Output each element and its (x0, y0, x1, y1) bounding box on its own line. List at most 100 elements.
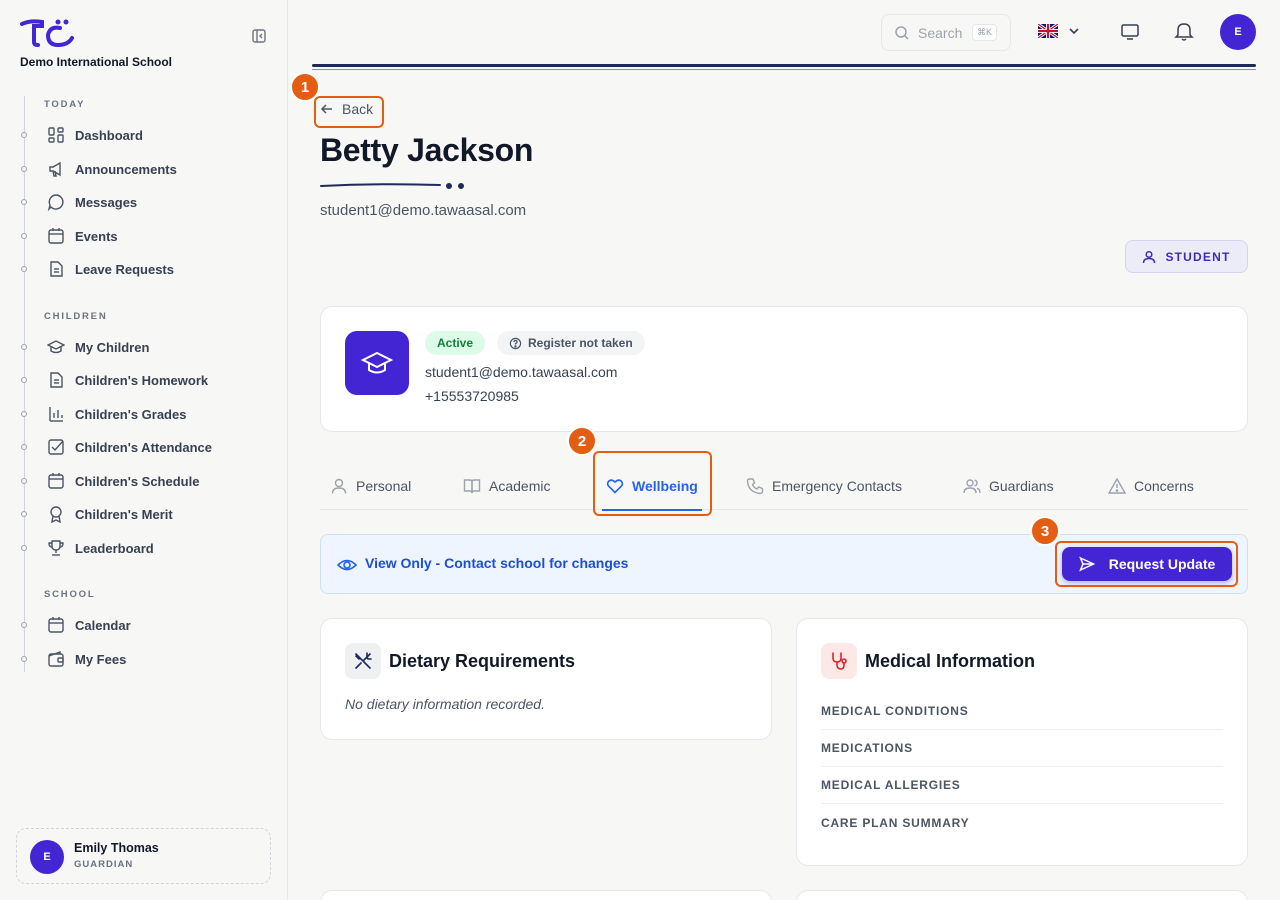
search-icon (895, 25, 909, 40)
graduation-cap-icon (361, 351, 393, 374)
register-status-label: Register not taken (528, 336, 633, 350)
search-input[interactable]: Search ⌘K (881, 14, 1011, 51)
annotation-highlight-back (314, 96, 384, 128)
search-placeholder: Search (918, 24, 963, 41)
dietary-title: Dietary Requirements (389, 651, 576, 671)
section-label-children: CHILDREN (44, 311, 108, 322)
user-role: GUARDIAN (74, 859, 134, 870)
nav-item-label: My Children (75, 339, 150, 355)
profile-avatar[interactable]: E (1220, 14, 1256, 50)
nav-item-label: Calendar (75, 617, 131, 633)
language-selector[interactable] (1038, 24, 1080, 38)
nav-item-label: Children's Homework (75, 372, 209, 388)
nav-item-messages[interactable]: Messages (21, 188, 274, 216)
annotation-highlight-wellbeing (593, 451, 712, 516)
nav-item-announcements[interactable]: Announcements (21, 155, 274, 183)
tab-label: Personal (356, 478, 412, 494)
stethoscope-icon (832, 652, 847, 670)
collapse-sidebar-icon[interactable] (251, 28, 267, 44)
nav-item-calendar[interactable]: Calendar (21, 611, 274, 639)
nav-item-childrens-merit[interactable]: Children's Merit (21, 500, 274, 528)
medical-title: Medical Information (865, 651, 1036, 671)
nav-item-my-children[interactable]: My Children (21, 333, 274, 361)
document-icon (50, 261, 63, 277)
bar-chart-icon (49, 407, 63, 422)
phone-icon (746, 478, 764, 495)
current-user-card[interactable]: E Emily Thomas GUARDIAN (16, 828, 271, 884)
section-label-today: TODAY (44, 99, 86, 110)
utensils-crossed-icon (355, 652, 372, 669)
nav-item-dashboard[interactable]: Dashboard (21, 121, 274, 149)
tab-label: Guardians (989, 478, 1054, 494)
user-icon (331, 478, 347, 494)
nav-item-childrens-homework[interactable]: Children's Homework (21, 366, 274, 394)
student-avatar-box (345, 331, 409, 395)
dashboard-icon (48, 127, 64, 143)
nav-item-label: Dashboard (75, 127, 143, 143)
monitor-icon[interactable] (1119, 21, 1141, 43)
eye-icon (337, 559, 357, 571)
student-profile-card: Active Register not taken student1@demo.… (320, 306, 1248, 432)
nav-item-label: Messages (75, 194, 138, 210)
users-icon (963, 479, 981, 494)
calendar-icon (48, 617, 64, 633)
megaphone-icon (49, 161, 61, 177)
section-label-school: SCHOOL (44, 589, 96, 600)
tab-label: Concerns (1134, 478, 1194, 494)
status-badge: Active (425, 331, 486, 355)
school-name: Demo International School (20, 55, 173, 69)
calendar-icon (48, 228, 64, 244)
tab-emergency-contacts[interactable]: Emergency Contacts (746, 462, 902, 510)
tab-concerns[interactable]: Concerns (1108, 462, 1194, 510)
app-logo[interactable] (20, 18, 76, 48)
nav-item-childrens-attendance[interactable]: Children's Attendance (21, 433, 274, 461)
tab-guardians[interactable]: Guardians (963, 462, 1054, 510)
nav-item-leave-requests[interactable]: Leave Requests (21, 255, 274, 283)
document-icon (50, 372, 63, 388)
nav-item-leaderboard[interactable]: Leaderboard (21, 534, 274, 562)
trophy-icon (48, 540, 64, 556)
profile-email: student1@demo.tawaasal.com (425, 364, 618, 380)
uk-flag-icon (1038, 24, 1058, 38)
tab-academic[interactable]: Academic (463, 462, 550, 510)
nav-item-events[interactable]: Events (21, 222, 274, 250)
annotation-badge: 2 (567, 426, 597, 456)
calendar-icon (48, 473, 64, 489)
nav-item-childrens-grades[interactable]: Children's Grades (21, 400, 274, 428)
user-name: Emily Thomas (74, 841, 159, 855)
dietary-requirements-card: Dietary Requirements No dietary informat… (320, 618, 772, 740)
graduation-cap-icon (47, 340, 65, 354)
register-status-badge: Register not taken (497, 331, 645, 355)
care-plan-summary-row: CARE PLAN SUMMARY (821, 815, 970, 830)
nav-item-label: Children's Attendance (75, 439, 212, 455)
nav-item-label: Children's Merit (75, 506, 173, 522)
medical-icon-box (821, 643, 857, 679)
message-icon (47, 194, 64, 211)
award-icon (50, 506, 62, 523)
tab-label: Emergency Contacts (772, 478, 902, 494)
sidebar: Demo International School TODAY Dashboar… (0, 0, 288, 900)
student-email: student1@demo.tawaasal.com (320, 202, 527, 219)
tab-personal[interactable]: Personal (330, 462, 411, 510)
role-badge-label: STUDENT (1165, 249, 1231, 264)
user-icon (1143, 250, 1156, 263)
student-name: Betty Jackson (320, 132, 534, 168)
bell-icon[interactable] (1173, 20, 1195, 42)
chevron-down-icon (1069, 28, 1079, 35)
nav-item-label: Leaderboard (75, 540, 154, 556)
nav-item-my-fees[interactable]: My Fees (21, 645, 274, 673)
annotation-badge: 1 (290, 72, 320, 102)
dietary-empty-text: No dietary information recorded. (345, 696, 545, 712)
nav-item-label: Children's Schedule (75, 473, 200, 489)
check-square-icon (48, 439, 64, 455)
annotation-highlight-request-update (1055, 541, 1238, 587)
nav-item-label: Leave Requests (75, 261, 174, 277)
book-icon (463, 479, 481, 494)
medical-conditions-row: MEDICAL CONDITIONS (821, 693, 1223, 730)
medications-row: MEDICATIONS (821, 730, 1223, 767)
annotation-badge: 3 (1030, 516, 1060, 546)
medical-information-card: Medical Information MEDICAL CONDITIONS M… (796, 618, 1248, 866)
nav-item-childrens-schedule[interactable]: Children's Schedule (21, 467, 274, 495)
header-divider (312, 64, 1256, 67)
medical-allergies-row: MEDICAL ALLERGIES (821, 767, 1223, 804)
